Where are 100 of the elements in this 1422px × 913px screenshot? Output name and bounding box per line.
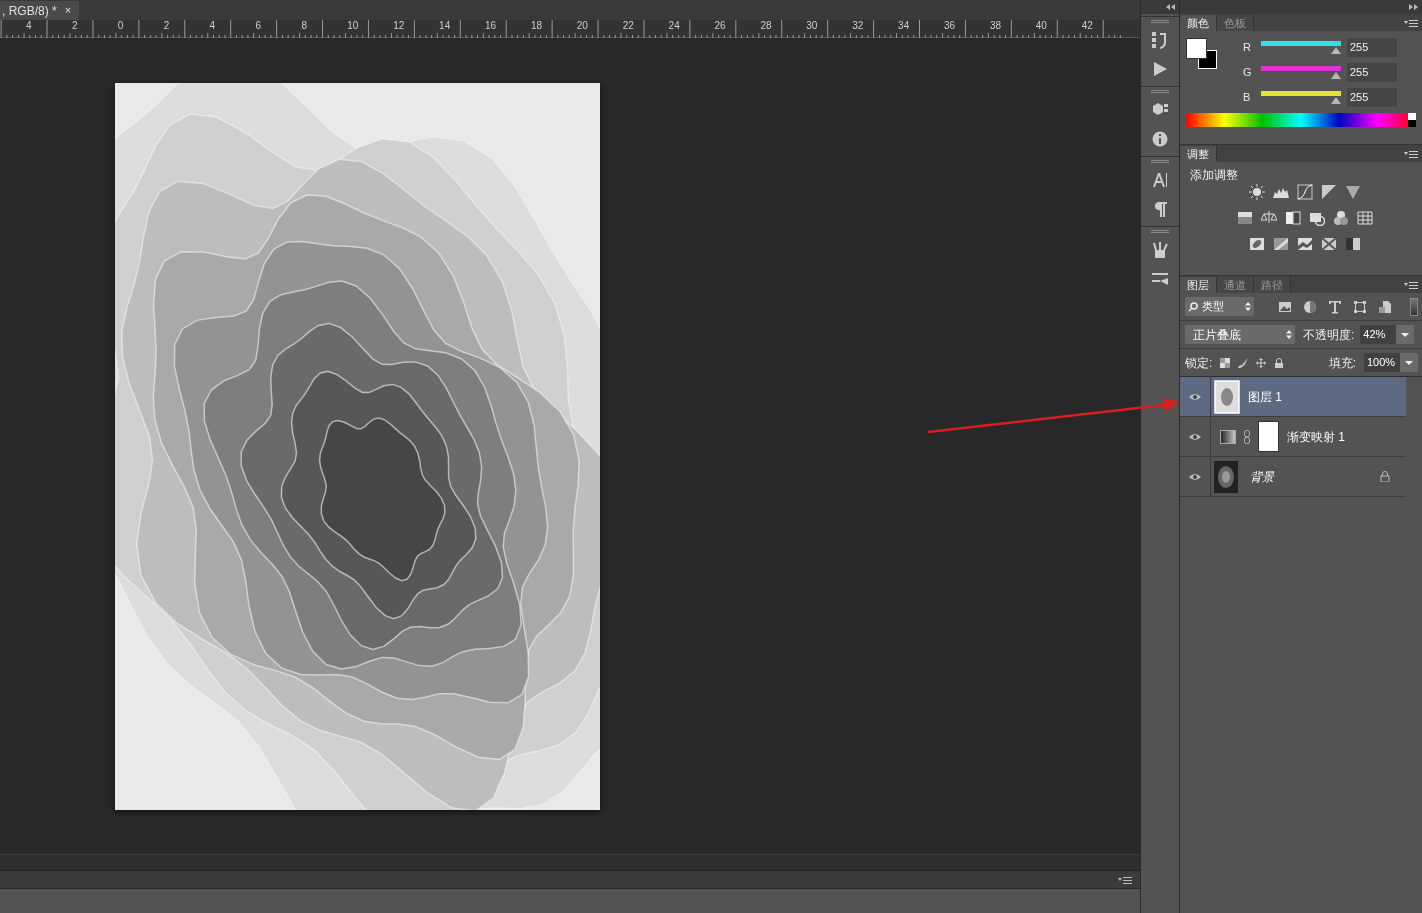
ruler-label: 10 — [347, 21, 359, 31]
fill-field[interactable]: 100% — [1364, 353, 1418, 372]
panel-menu-icon[interactable] — [1118, 875, 1132, 884]
value-field[interactable]: 255 — [1347, 63, 1397, 82]
blend-mode-dropdown[interactable]: 正片叠底 — [1185, 325, 1295, 344]
grip-icon[interactable] — [1151, 90, 1169, 93]
fill-label: 填充: — [1328, 354, 1356, 372]
ruler-label: 20 — [576, 21, 588, 31]
ruler-label: 14 — [439, 21, 451, 31]
brushes-icon[interactable] — [1151, 242, 1169, 259]
table-icon[interactable] — [1357, 210, 1373, 226]
selective-color-icon[interactable] — [1321, 236, 1337, 252]
grip-icon[interactable] — [1151, 230, 1169, 233]
ruler-label: 8 — [301, 21, 307, 31]
panel-tab[interactable]: 颜色 — [1180, 15, 1217, 31]
ruler-label: 16 — [485, 21, 497, 31]
channel-slider[interactable] — [1261, 65, 1341, 80]
triangle-icon[interactable] — [1345, 184, 1361, 200]
color-spectrum[interactable] — [1186, 113, 1416, 127]
filter-toggle[interactable] — [1410, 297, 1418, 316]
brush-presets-icon[interactable] — [1151, 271, 1169, 288]
panel-tab[interactable]: 通道 — [1217, 277, 1254, 293]
layer-thumbnail[interactable] — [1214, 379, 1240, 414]
lock-label: 锁定: — [1185, 354, 1213, 372]
layer-row[interactable]: 图层 1 — [1180, 377, 1406, 417]
document-title: , RGB/8) * — [2, 2, 57, 20]
split-square-icon[interactable] — [1285, 210, 1301, 226]
invert-icon[interactable] — [1249, 236, 1265, 252]
expand-icon[interactable] — [1409, 4, 1418, 10]
layer-row[interactable]: 背景 — [1180, 457, 1406, 497]
play-icon[interactable] — [1151, 61, 1169, 78]
lock-icon[interactable] — [1274, 357, 1285, 368]
color-swatches-drawing[interactable] — [1186, 38, 1217, 69]
adjustment-filter-icon[interactable] — [1303, 299, 1317, 314]
filter-dropdown[interactable]: 类型 — [1185, 297, 1254, 316]
panel-title: 添加调整 — [1189, 167, 1239, 184]
opacity-field[interactable]: 42% — [1360, 325, 1415, 344]
opacity-label: 不透明度: — [1303, 326, 1355, 344]
move-icon[interactable] — [1256, 357, 1267, 368]
character-icon[interactable] — [1151, 172, 1169, 189]
collapse-icon[interactable] — [1166, 4, 1175, 10]
dropdown-caret-icon[interactable] — [1400, 353, 1418, 372]
channel-slider[interactable] — [1261, 90, 1341, 105]
smart-object-filter-icon[interactable] — [1378, 299, 1392, 314]
ruler-label: 38 — [989, 21, 1001, 31]
threshold-icon[interactable] — [1297, 236, 1313, 252]
eye-icon[interactable] — [1189, 392, 1201, 401]
curves-icon[interactable] — [1297, 184, 1313, 200]
brush-icon[interactable] — [1238, 357, 1249, 368]
ruler-label: 0 — [117, 21, 124, 31]
panel-tab[interactable]: 图层 — [1180, 277, 1217, 293]
ruler-label: 34 — [898, 21, 910, 31]
eye-icon[interactable] — [1189, 472, 1201, 481]
close-icon[interactable]: × — [64, 2, 72, 19]
hue-saturation-icon[interactable] — [1237, 210, 1253, 226]
layer-row[interactable]: 渐变映射 1 — [1180, 417, 1406, 457]
channel-mixer-icon[interactable] — [1333, 210, 1349, 226]
link-icon[interactable] — [1244, 429, 1250, 444]
ruler-label: 22 — [622, 21, 634, 31]
gradient-map-icon[interactable] — [1345, 236, 1361, 252]
panel-menu-icon[interactable] — [1404, 19, 1418, 27]
shape-filter-icon[interactable] — [1353, 299, 1367, 314]
ruler-label: 12 — [393, 21, 405, 31]
photo-filter-icon[interactable] — [1309, 210, 1325, 226]
grip-icon[interactable] — [1151, 160, 1169, 163]
panel-tab[interactable]: 调整 — [1180, 146, 1217, 162]
value-field[interactable]: 255 — [1347, 88, 1397, 107]
gradient-map-icon[interactable] — [1220, 429, 1236, 444]
search-icon[interactable] — [1188, 301, 1198, 312]
layer-name: 渐变映射 1 — [1287, 428, 1345, 446]
channel-label: G — [1243, 65, 1253, 81]
lock-icon[interactable] — [1380, 471, 1390, 482]
eye-icon[interactable] — [1189, 432, 1201, 441]
ruler-label: 4 — [26, 21, 32, 31]
filter-value: 类型 — [1202, 299, 1225, 315]
channel-slider[interactable] — [1261, 40, 1341, 55]
lock-transparency-icon[interactable] — [1220, 357, 1231, 368]
panel-menu-icon[interactable] — [1404, 281, 1418, 289]
panel-menu-icon[interactable] — [1404, 150, 1418, 158]
horizontal-scrollbar[interactable] — [0, 854, 1140, 870]
brightness-icon[interactable] — [1249, 184, 1265, 200]
channel-label: B — [1243, 90, 1252, 106]
dropdown-caret-icon[interactable] — [1396, 325, 1415, 344]
updown-caret-icon[interactable] — [1245, 302, 1251, 311]
ruler-label: 2 — [71, 21, 78, 31]
image-filter-icon[interactable] — [1278, 299, 1292, 314]
ruler-label: 26 — [714, 21, 726, 31]
document-tab[interactable]: , RGB/8) * × — [0, 1, 80, 20]
type-filter-icon[interactable] — [1328, 299, 1342, 314]
grip-icon[interactable] — [1151, 20, 1169, 23]
layer-name: 背景 — [1250, 468, 1274, 486]
history-icon[interactable] — [1151, 32, 1169, 49]
info-icon[interactable] — [1151, 131, 1169, 148]
updown-caret-icon[interactable] — [1286, 330, 1292, 339]
ruler-label: 2 — [163, 21, 170, 31]
layer-thumbnail[interactable] — [1214, 460, 1238, 493]
ruler-label: 40 — [1035, 21, 1047, 31]
balance-icon[interactable] — [1261, 210, 1277, 226]
posterize-icon[interactable] — [1273, 236, 1289, 252]
value-field[interactable]: 255 — [1347, 38, 1397, 57]
